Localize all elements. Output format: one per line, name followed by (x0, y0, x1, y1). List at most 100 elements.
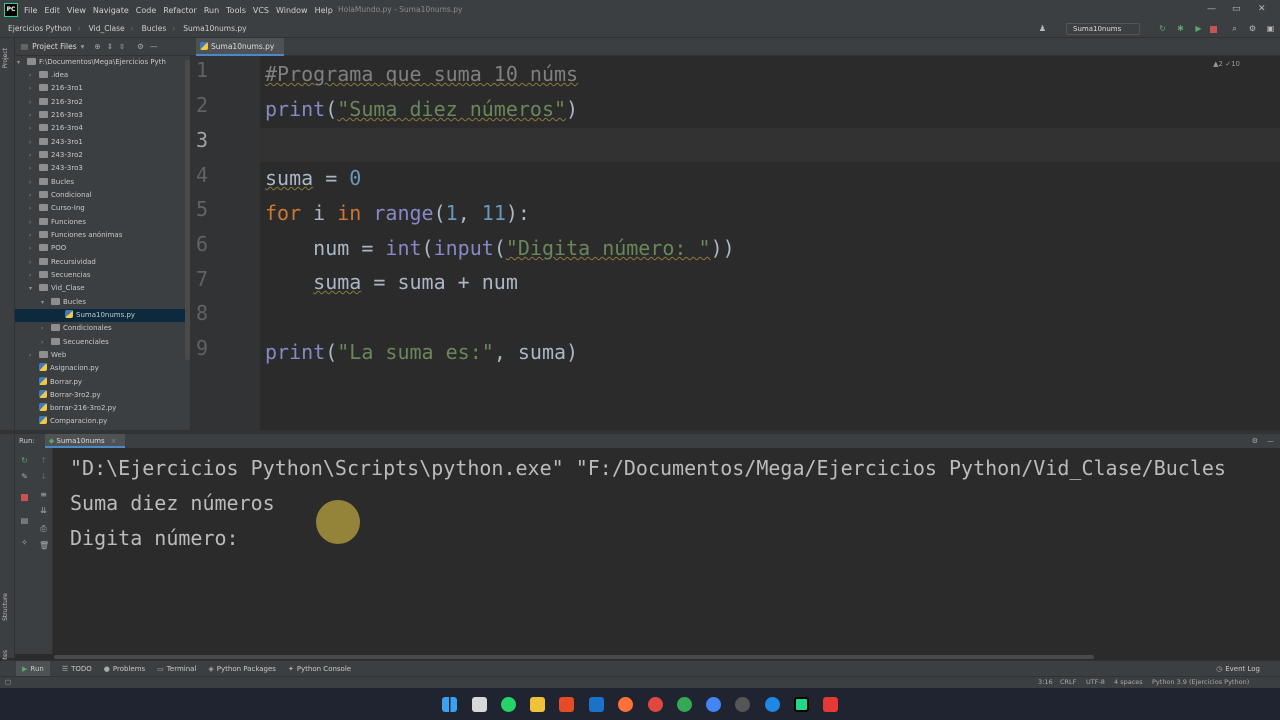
run-configuration-select[interactable]: Suma10nums (1066, 23, 1141, 35)
project-tool-tab[interactable]: Project (2, 48, 9, 69)
project-view-select[interactable]: Project Files (32, 42, 77, 51)
tree-item[interactable]: Borrar-3ro2.py (39, 389, 101, 402)
code-editor[interactable]: Suma10nums.py 1 2 3 4 5 6 7 8 9 ▲2 ✓10 #… (190, 38, 1280, 430)
breadcrumb-vid-clase[interactable]: Vid_Clase (89, 24, 125, 33)
tree-item[interactable]: › 243-3ro3 (29, 162, 83, 175)
chrome-profile-2-icon[interactable] (706, 697, 721, 712)
tab-suma10nums[interactable]: Suma10nums.py (196, 38, 285, 56)
office-icon[interactable] (559, 697, 574, 712)
caret-position[interactable]: 3:16 (1038, 678, 1053, 686)
chevron-down-icon[interactable]: ▾ (81, 42, 85, 51)
breadcrumb-project[interactable]: Ejercicios Python (8, 24, 72, 33)
pin-icon[interactable]: ✧ (20, 538, 29, 547)
tree-item[interactable]: › POO (29, 242, 66, 255)
scroll-down-icon[interactable]: ↓ (39, 472, 48, 481)
menu-tools[interactable]: Tools (226, 6, 246, 15)
chrome-profile-icon[interactable] (677, 697, 692, 712)
tree-item[interactable]: › Condicionales (41, 322, 112, 335)
tree-item[interactable]: ▾ Bucles (41, 296, 86, 309)
run-console[interactable]: "D:\Ejercicios Python\Scripts\python.exe… (54, 448, 1280, 654)
tree-item[interactable]: › Web (29, 349, 66, 362)
soft-wrap-icon[interactable]: ≡ (39, 490, 48, 499)
tree-item[interactable]: › Curso-Ing (29, 202, 85, 215)
tree-item[interactable]: borrar-216-3ro2.py (39, 402, 116, 415)
menu-navigate[interactable]: Navigate (93, 6, 129, 15)
menu-view[interactable]: View (67, 6, 86, 15)
search-icon[interactable]: ⌕ (1230, 24, 1239, 33)
tree-item[interactable]: › Secuenciales (41, 336, 109, 349)
breadcrumb-bucles[interactable]: Bucles (142, 24, 167, 33)
gear-icon[interactable]: ⚙ (1252, 437, 1258, 445)
firefox-icon[interactable] (618, 697, 633, 712)
menu-edit[interactable]: Edit (44, 6, 60, 15)
menu-run[interactable]: Run (204, 6, 219, 15)
rerun-icon[interactable]: ↻ (20, 456, 29, 465)
python-interpreter[interactable]: Python 3.9 (Ejercicios Python) (1152, 678, 1249, 686)
tree-item[interactable]: › 216-3ro2 (29, 96, 83, 109)
line-separator[interactable]: CRLF (1060, 678, 1076, 686)
tree-item[interactable]: › 243-3ro2 (29, 149, 83, 162)
close-tab-icon[interactable]: × (111, 437, 117, 445)
whatsapp-icon[interactable] (501, 697, 516, 712)
debug-icon[interactable]: ✱ (1176, 24, 1185, 33)
scrollbar-thumb[interactable] (54, 655, 1094, 659)
tree-item[interactable]: › Funciones (29, 216, 86, 229)
tool-run[interactable]: ▶ Run (16, 660, 50, 677)
pycharm-taskbar-icon[interactable] (794, 697, 809, 712)
windows-start-icon[interactable] (442, 697, 457, 712)
menu-refactor[interactable]: Refactor (163, 6, 197, 15)
tree-item[interactable]: › 216-3ro3 (29, 109, 83, 122)
inspection-widget[interactable]: ▲2 ✓10 (1213, 60, 1240, 68)
gear-icon[interactable]: ⚙ (137, 42, 144, 51)
tool-problems[interactable]: ● Problems (104, 665, 145, 673)
tree-item[interactable]: › Secuencias (29, 269, 91, 282)
trash-icon[interactable]: 🗑 (39, 541, 49, 550)
tree-item[interactable]: › Recursividad (29, 256, 96, 269)
tool-event-log[interactable]: ◷ Event Log (1216, 665, 1260, 673)
console-input-prompt[interactable]: Digita número: (70, 526, 251, 550)
scroll-up-icon[interactable]: ↑ (39, 456, 48, 465)
tree-item[interactable]: Asignacion.py (39, 362, 99, 375)
tool-terminal[interactable]: ▭ Terminal (157, 665, 196, 673)
app-icon[interactable] (735, 697, 750, 712)
file-explorer-icon[interactable] (530, 697, 545, 712)
tree-item-selected[interactable]: Suma10nums.py (15, 309, 190, 322)
settings-icon[interactable]: ⚙ (1248, 24, 1257, 33)
run-tab-suma10nums[interactable]: ◆ Suma10nums × (44, 434, 125, 448)
expand-all-icon[interactable]: ⇕ (107, 42, 113, 51)
layout-icon[interactable]: ▣ (1266, 24, 1275, 33)
tool-python-packages[interactable]: ◈ Python Packages (208, 665, 276, 673)
locate-icon[interactable]: ⊕ (94, 42, 100, 51)
wrench-icon[interactable]: ✎ (20, 472, 29, 481)
menu-help[interactable]: Help (315, 6, 333, 15)
tree-item[interactable]: › 216-3ro1 (29, 82, 83, 95)
indent-setting[interactable]: 4 spaces (1114, 678, 1143, 686)
hide-panel-icon[interactable]: — (1267, 437, 1274, 445)
collapse-all-icon[interactable]: ⇳ (119, 42, 125, 51)
structure-tool-tab[interactable]: Structure (2, 593, 9, 621)
task-view-icon[interactable] (472, 697, 487, 712)
tree-item[interactable]: › Bucles (29, 176, 74, 189)
tree-item[interactable]: › 243-3ro1 (29, 136, 83, 149)
maximize-icon[interactable]: ▭ (1232, 4, 1241, 14)
menu-code[interactable]: Code (136, 6, 156, 15)
tree-item[interactable]: › Condicional (29, 189, 92, 202)
mail-icon[interactable] (589, 697, 604, 712)
tree-item[interactable]: › Funciones anónimas (29, 229, 122, 242)
tree-item[interactable]: Comparacion.py (39, 415, 107, 428)
file-encoding[interactable]: UTF-8 (1086, 678, 1105, 686)
layout-icon[interactable]: ▤ (20, 516, 29, 525)
stop-icon[interactable] (21, 494, 28, 501)
browser-icon[interactable] (765, 697, 780, 712)
tree-root[interactable]: ▾ F:\Documentos\Mega\Ejercicios Pyth (17, 56, 166, 69)
menu-file[interactable]: File (24, 6, 37, 15)
app-red-icon[interactable] (823, 697, 838, 712)
tree-item[interactable]: › .idea (29, 69, 68, 82)
stop-icon[interactable] (1210, 26, 1217, 33)
breadcrumb-file[interactable]: Suma10nums.py (183, 24, 246, 33)
coverage-icon[interactable]: ▶ (1194, 24, 1203, 33)
chrome-icon[interactable] (648, 697, 663, 712)
tree-item[interactable]: › 216-3ro4 (29, 122, 83, 135)
tool-todo[interactable]: ☰ TODO (62, 665, 92, 673)
hide-icon[interactable]: — (150, 42, 158, 51)
